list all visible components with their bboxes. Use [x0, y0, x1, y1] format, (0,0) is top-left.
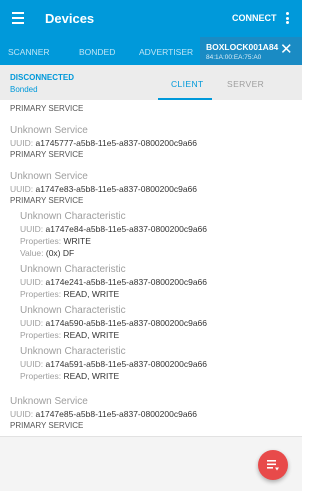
tab-advertiser[interactable]: ADVERTISER — [139, 47, 193, 57]
service-type: PRIMARY SERVICE — [10, 196, 84, 205]
app-title: Devices — [45, 11, 95, 26]
characteristic-properties: Properties: WRITE — [20, 236, 91, 246]
service-name[interactable]: Unknown Service — [10, 396, 88, 407]
properties-label: Properties: — [20, 236, 62, 246]
properties-value: READ, WRITE — [63, 330, 120, 340]
characteristic-name[interactable]: Unknown Characteristic — [20, 305, 126, 316]
uuid-value: a1745777-a5b8-11e5-a837-0800200c9a66 — [35, 138, 198, 148]
uuid-label: UUID: — [10, 138, 34, 148]
characteristic-properties: Properties: READ, WRITE — [20, 330, 119, 340]
service-uuid: UUID: a1747e83-a5b8-11e5-a837-0800200c9a… — [10, 184, 197, 194]
device-address: 84:1A:00:EA:75:A0 — [206, 54, 262, 61]
bottom-area — [0, 436, 302, 491]
uuid-value: a174e241-a5b8-11e5-a837-0800200c9a66 — [45, 277, 208, 287]
uuid-label: UUID: — [10, 409, 34, 419]
connect-button[interactable]: CONNECT — [232, 13, 277, 23]
uuid-value: a174a590-a5b8-11e5-a837-0800200c9a66 — [45, 318, 208, 328]
bond-status: Bonded — [10, 85, 38, 94]
characteristic-properties: Properties: READ, WRITE — [20, 289, 119, 299]
characteristic-uuid: UUID: a174a590-a5b8-11e5-a837-0800200c9a… — [20, 318, 207, 328]
properties-value: READ, WRITE — [63, 371, 120, 381]
properties-value: READ, WRITE — [63, 289, 120, 299]
characteristic-uuid: UUID: a1747e84-a5b8-11e5-a837-0800200c9a… — [20, 224, 207, 234]
tab-device[interactable]: BOXLOCK001A84 84:1A:00:EA:75:A0 ✕ — [200, 37, 302, 65]
more-vertical-icon[interactable] — [286, 12, 290, 26]
characteristic-name[interactable]: Unknown Characteristic — [20, 346, 126, 357]
close-icon[interactable]: ✕ — [280, 42, 293, 57]
properties-label: Properties: — [20, 330, 62, 340]
uuid-value: a1747e84-a5b8-11e5-a837-0800200c9a66 — [45, 224, 208, 234]
value-content: (0x) DF — [45, 248, 75, 258]
service-uuid: UUID: a1745777-a5b8-11e5-a837-0800200c9a… — [10, 138, 197, 148]
properties-label: Properties: — [20, 289, 62, 299]
uuid-label: UUID: — [20, 359, 44, 369]
service-uuid: UUID: a1747e85-a5b8-11e5-a837-0800200c9a… — [10, 409, 197, 419]
tab-bonded[interactable]: BONDED — [79, 47, 115, 57]
characteristic-value: Value: (0x) DF — [20, 248, 74, 258]
service-type: PRIMARY SERVICE — [10, 150, 84, 159]
device-name: BOXLOCK001A84 — [206, 42, 279, 52]
properties-value: WRITE — [63, 236, 91, 246]
uuid-label: UUID: — [10, 184, 34, 194]
uuid-value: a174a591-a5b8-11e5-a837-0800200c9a66 — [45, 359, 208, 369]
characteristic-properties: Properties: READ, WRITE — [20, 371, 119, 381]
uuid-label: UUID: — [20, 277, 44, 287]
app-bar: Devices CONNECT — [0, 0, 302, 37]
uuid-label: UUID: — [20, 224, 44, 234]
characteristic-name[interactable]: Unknown Characteristic — [20, 264, 126, 275]
value-label: Value: — [20, 248, 44, 258]
log-list-icon — [267, 460, 279, 471]
tab-bar: SCANNER BONDED ADVERTISER BOXLOCK001A84 … — [0, 37, 302, 65]
characteristic-name[interactable]: Unknown Characteristic — [20, 211, 126, 222]
services-list[interactable]: PRIMARY SERVICE Unknown Service UUID: a1… — [0, 100, 302, 436]
tab-client[interactable]: CLIENT — [171, 79, 204, 89]
tab-scanner[interactable]: SCANNER — [8, 47, 50, 57]
connection-status: DISCONNECTED — [10, 73, 75, 82]
service-name[interactable]: Unknown Service — [10, 125, 88, 136]
uuid-label: UUID: — [20, 318, 44, 328]
characteristic-uuid: UUID: a174a591-a5b8-11e5-a837-0800200c9a… — [20, 359, 207, 369]
hamburger-menu-icon[interactable] — [12, 12, 24, 24]
service-type: PRIMARY SERVICE — [10, 421, 84, 430]
tab-server[interactable]: SERVER — [227, 79, 264, 89]
service-name[interactable]: Unknown Service — [10, 171, 88, 182]
log-fab-button[interactable] — [258, 450, 288, 480]
properties-label: Properties: — [20, 371, 62, 381]
uuid-value: a1747e83-a5b8-11e5-a837-0800200c9a66 — [35, 184, 198, 194]
connection-header: DISCONNECTED Bonded CLIENT SERVER — [0, 65, 302, 100]
characteristic-uuid: UUID: a174e241-a5b8-11e5-a837-0800200c9a… — [20, 277, 207, 287]
service-type: PRIMARY SERVICE — [10, 104, 84, 113]
uuid-value: a1747e85-a5b8-11e5-a837-0800200c9a66 — [35, 409, 198, 419]
